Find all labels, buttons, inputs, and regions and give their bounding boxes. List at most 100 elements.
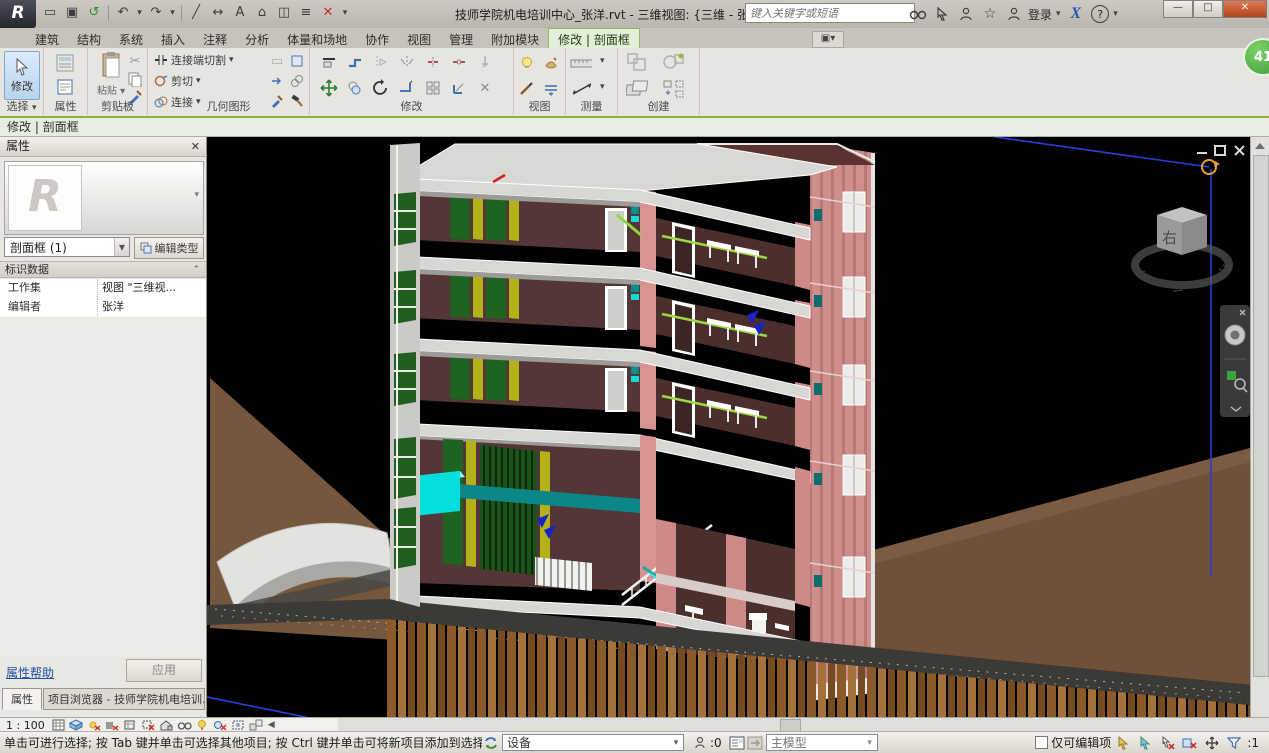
linework-brush-icon[interactable]	[516, 78, 538, 100]
tab-analyze[interactable]: 分析	[236, 29, 278, 50]
tab-systems[interactable]: 系统	[110, 29, 152, 50]
delete-icon[interactable]: ✕	[474, 77, 496, 99]
collapse-section-icon[interactable]: ⌃	[192, 262, 200, 278]
filter-icon[interactable]	[1225, 735, 1243, 751]
type-properties-icon[interactable]	[54, 76, 76, 98]
worksets-icon[interactable]	[482, 735, 500, 751]
detail-level-icon[interactable]	[50, 719, 67, 732]
property-row-workset[interactable]: 工作集 视图 "三维视...	[0, 279, 206, 299]
help-dropdown-icon[interactable]: ▾	[1113, 9, 1118, 19]
redo-icon[interactable]: ↷	[146, 3, 166, 23]
section-icon[interactable]: ◫	[274, 3, 294, 23]
create-group-icon[interactable]	[626, 51, 648, 73]
properties-palette-icon[interactable]	[54, 52, 76, 74]
worksharing-display-icon[interactable]	[212, 719, 229, 732]
collapse-viewbar-icon[interactable]: ◀	[268, 720, 275, 730]
tab-project-browser[interactable]: 项目浏览器 - 技师学院机电培训...	[43, 688, 205, 710]
navigation-bar[interactable]	[1220, 305, 1250, 417]
tab-collaborate[interactable]: 协作	[356, 29, 398, 50]
select-pinned-icon[interactable]	[1159, 735, 1177, 751]
edit-type-button[interactable]: 编辑类型	[134, 237, 204, 259]
sync-icon[interactable]: ↺	[84, 3, 104, 23]
type-selector-dropdown-icon[interactable]: ▾	[114, 238, 129, 256]
identity-data-header[interactable]: 标识数据 ⌃	[0, 261, 206, 278]
tab-structure[interactable]: 结构	[68, 29, 110, 50]
type-selector[interactable]: 剖面框 (1) ▾	[4, 237, 130, 257]
signin-person-icon[interactable]	[1004, 4, 1024, 24]
dimension-dropdown-icon[interactable]: ▾	[600, 82, 605, 92]
temporary-view-properties-icon[interactable]	[230, 719, 247, 732]
unpin-icon[interactable]	[474, 51, 496, 73]
minimize-button[interactable]: —	[1163, 0, 1193, 18]
visual-style-icon[interactable]	[68, 719, 85, 732]
open-icon[interactable]: ▭	[40, 3, 60, 23]
cope-icon[interactable]	[344, 51, 366, 73]
view-window-controls[interactable]	[1197, 146, 1244, 155]
properties-header[interactable]: 属性 ✕	[0, 137, 206, 157]
view-restore-icon[interactable]	[1215, 146, 1225, 155]
dimension-diagonal-icon[interactable]	[570, 78, 592, 100]
mirror-line-icon[interactable]	[396, 51, 418, 73]
crop-view-icon[interactable]	[122, 719, 139, 732]
scale-icon[interactable]	[448, 77, 470, 99]
tab-modify-section-box[interactable]: 修改 | 剖面框	[548, 28, 640, 50]
sun-path-icon[interactable]	[86, 719, 103, 732]
view-close-icon[interactable]	[1235, 146, 1244, 155]
tab-properties-palette[interactable]: 属性	[2, 688, 42, 710]
property-row-edited-by[interactable]: 编辑者 张洋	[0, 298, 206, 318]
thin-lines-toggle-icon[interactable]	[540, 78, 562, 100]
signin-dropdown-icon[interactable]: ▾	[1056, 9, 1061, 19]
communication-person-icon[interactable]	[956, 4, 976, 24]
measure-icon[interactable]: ╱	[186, 3, 206, 23]
close-button[interactable]: ✕	[1223, 0, 1267, 18]
drag-on-selection-icon[interactable]	[1203, 735, 1221, 751]
editable-only-checkbox[interactable]: 仅可编辑项	[1035, 734, 1111, 751]
toggle-reveal-icon[interactable]	[516, 52, 538, 74]
tab-addins[interactable]: 附加模块	[482, 29, 548, 50]
exchange-apps-icon[interactable]: X	[1071, 5, 1082, 23]
create-parts-icon[interactable]	[626, 78, 648, 100]
viewcube[interactable]: 右	[1135, 207, 1231, 291]
help-icon[interactable]: ?	[1091, 5, 1109, 23]
tab-annotate[interactable]: 注释	[194, 29, 236, 50]
properties-close-icon[interactable]: ✕	[191, 137, 200, 156]
apply-button[interactable]: 应用	[126, 659, 202, 682]
aligned-dimension-icon[interactable]: ↔	[208, 3, 228, 23]
favorites-star-icon[interactable]: ☆	[980, 4, 1000, 24]
infocenter-search-input[interactable]	[745, 3, 915, 23]
tab-architecture[interactable]: 建筑	[26, 29, 68, 50]
model-3d-view[interactable]: 右	[207, 137, 1250, 717]
unjoin-icon[interactable]	[286, 70, 308, 92]
checkbox-icon[interactable]	[1035, 736, 1048, 749]
viewcube-face-label[interactable]: 右	[1162, 229, 1177, 247]
split-gap-icon[interactable]	[448, 51, 470, 73]
properties-help-link[interactable]: 属性帮助	[6, 664, 54, 681]
design-options-icon[interactable]	[728, 735, 746, 751]
vertical-scrollbar[interactable]	[1250, 137, 1269, 717]
join-cut-button[interactable]: 连接端切割▾	[154, 52, 234, 68]
modify-button[interactable]: 修改	[4, 51, 40, 100]
reveal-hidden-icon[interactable]	[194, 719, 211, 732]
text-note-icon[interactable]: A	[230, 3, 250, 23]
scroll-up-icon[interactable]	[1255, 143, 1265, 149]
align-icon[interactable]	[318, 51, 340, 73]
tab-manage[interactable]: 管理	[440, 29, 482, 50]
save-icon[interactable]: ▣	[62, 3, 82, 23]
cut-geometry-button[interactable]: 剪切▾	[154, 73, 201, 89]
offset-copy-icon[interactable]	[344, 77, 366, 99]
undo-icon[interactable]: ↶	[113, 3, 133, 23]
signin-label[interactable]: 登录	[1028, 6, 1052, 23]
editing-requests-icon[interactable]	[692, 735, 710, 751]
close-hidden-windows-icon[interactable]: ✕	[318, 3, 338, 23]
vertical-scroll-thumb[interactable]	[1253, 155, 1269, 677]
active-workset-select[interactable]: 设备 ▾	[502, 734, 684, 751]
show-crop-icon[interactable]	[140, 719, 157, 732]
preview-dropdown-icon[interactable]: ▾	[194, 190, 199, 200]
ribbon-state-toggle[interactable]: ▣▾	[812, 31, 844, 48]
measure-ruler-icon[interactable]	[570, 52, 592, 74]
tab-view[interactable]: 视图	[398, 29, 440, 50]
locked-view-icon[interactable]	[158, 719, 175, 732]
maximize-button[interactable]: □	[1193, 0, 1223, 18]
tab-massing-site[interactable]: 体量和场地	[278, 29, 356, 50]
split-element-icon[interactable]	[422, 51, 444, 73]
